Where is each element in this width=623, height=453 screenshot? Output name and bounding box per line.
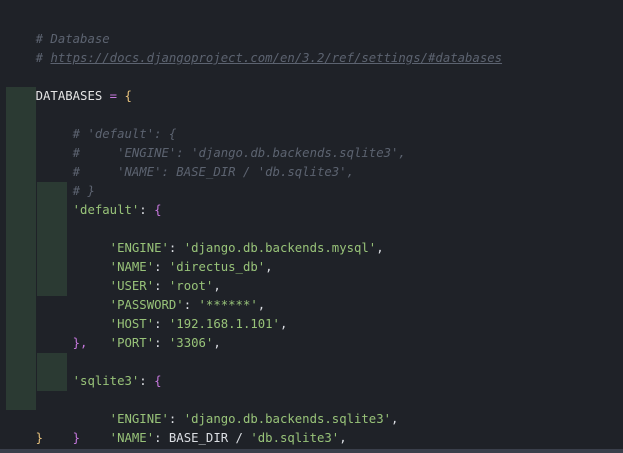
indent-guide [37,258,67,277]
indent-guide [6,353,36,372]
sqlite-name-key: 'NAME' [109,431,155,445]
code-line-14: 'HOST': '192.168.1.101', [0,258,623,331]
horizontal-scrollbar[interactable] [0,449,623,453]
code-line-17 [0,315,623,334]
code-line-10: 'ENGINE': 'django.db.backends.mysql', [0,182,623,255]
code-line-20: 'NAME': BASE_DIR / 'db.sqlite3', [0,372,623,445]
sqlite3-close-brace: } [72,431,81,445]
code-line-5: # 'default': { [0,87,623,141]
indent-guide [6,87,36,106]
indent-guide [6,372,36,391]
indent-guide [37,239,67,258]
indent-guide [37,182,67,201]
indent-guide [6,163,36,182]
indent-guide [37,353,67,372]
code-line-22: } [0,410,623,445]
indent-guide [6,182,36,201]
indent-guide [6,334,36,353]
indent-guide [6,144,36,163]
indent-guide [6,125,36,144]
indent-guide [37,220,67,239]
code-line-9: 'default': { [0,163,623,217]
code-line-16: }, [0,296,623,350]
sqlite-name-value: 'db.sqlite3' [250,431,340,445]
code-line-19: 'ENGINE': 'django.db.backends.sqlite3', [0,353,623,426]
code-line-7: # 'NAME': BASE_DIR / 'db.sqlite3', [0,125,623,179]
indent-guide [6,277,36,296]
code-line-6: # 'ENGINE': 'django.db.backends.sqlite3'… [0,106,623,160]
indent-guide [6,391,36,410]
base-dir: BASE_DIR [168,431,229,445]
indent-guide [6,315,36,334]
code-line-1: # Database [0,11,623,46]
code-line-11: 'NAME': 'directus_db', [0,201,623,274]
code-line-21: } [0,391,623,445]
indent-guide [37,372,67,391]
close-brace: } [35,431,44,445]
code-line-15: 'PORT': '3306', [0,277,623,350]
indent-guide [6,201,36,220]
indent-guide [6,296,36,315]
code-line-4: DATABASES = { [0,68,623,103]
indent-guide [6,106,36,125]
code-line-13: 'PASSWORD': '******', [0,239,623,312]
code-line-3-blank [0,49,623,68]
indent-guide [6,220,36,239]
code-line-8: # } [0,144,623,198]
code-line-2: # https://docs.djangoproject.com/en/3.2/… [0,30,623,65]
indent-guide [6,239,36,258]
indent-guide [37,201,67,220]
indent-guide [37,277,67,296]
indent-guide [6,258,36,277]
code-line-12: 'USER': 'root', [0,220,623,293]
code-editor[interactable]: # Database # https://docs.djangoproject.… [0,0,623,453]
code-line-18: 'sqlite3': { [0,334,623,388]
